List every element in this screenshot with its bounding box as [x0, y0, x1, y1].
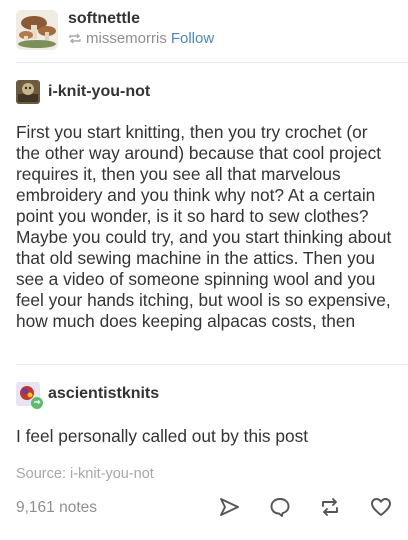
divider	[16, 364, 408, 365]
post-body-text: I feel personally called out by this pos…	[16, 426, 309, 446]
share-button[interactable]	[217, 495, 241, 519]
reply-button[interactable]	[268, 495, 292, 519]
mushroom-icon	[16, 10, 58, 50]
trail-avatar[interactable]	[16, 80, 40, 104]
trail-avatar[interactable]	[16, 382, 43, 409]
trail-username[interactable]: ascientistknits	[48, 385, 159, 403]
trail-username[interactable]: i-knit-you-not	[48, 83, 150, 101]
blog-avatar[interactable]	[16, 10, 58, 50]
notes-count[interactable]: 9,161 notes	[16, 499, 97, 517]
post-body-text: First you start knitting, then you try c…	[16, 122, 392, 331]
blog-name[interactable]: softnettle	[68, 10, 140, 28]
speech-bubble-icon	[270, 498, 290, 517]
divider	[16, 62, 408, 63]
like-button[interactable]	[369, 495, 393, 519]
reblog-icon	[69, 33, 81, 44]
source-link[interactable]: Source: i-knit-you-not	[16, 466, 154, 482]
avatar-image	[16, 382, 43, 409]
post-header: softnettle missemorris Follow	[16, 8, 396, 52]
reblog-button[interactable]	[318, 495, 342, 519]
reblog-icon	[322, 498, 338, 516]
reblogged-from-link[interactable]: missemorris	[86, 30, 167, 47]
avatar-image	[16, 80, 40, 104]
follow-button[interactable]: Follow	[171, 30, 214, 47]
tumblr-post: softnettle missemorris Follow i-knit-you-…	[0, 0, 408, 540]
send-icon	[220, 498, 239, 516]
reblog-source-line: missemorris Follow	[68, 30, 214, 47]
heart-icon	[371, 498, 391, 516]
